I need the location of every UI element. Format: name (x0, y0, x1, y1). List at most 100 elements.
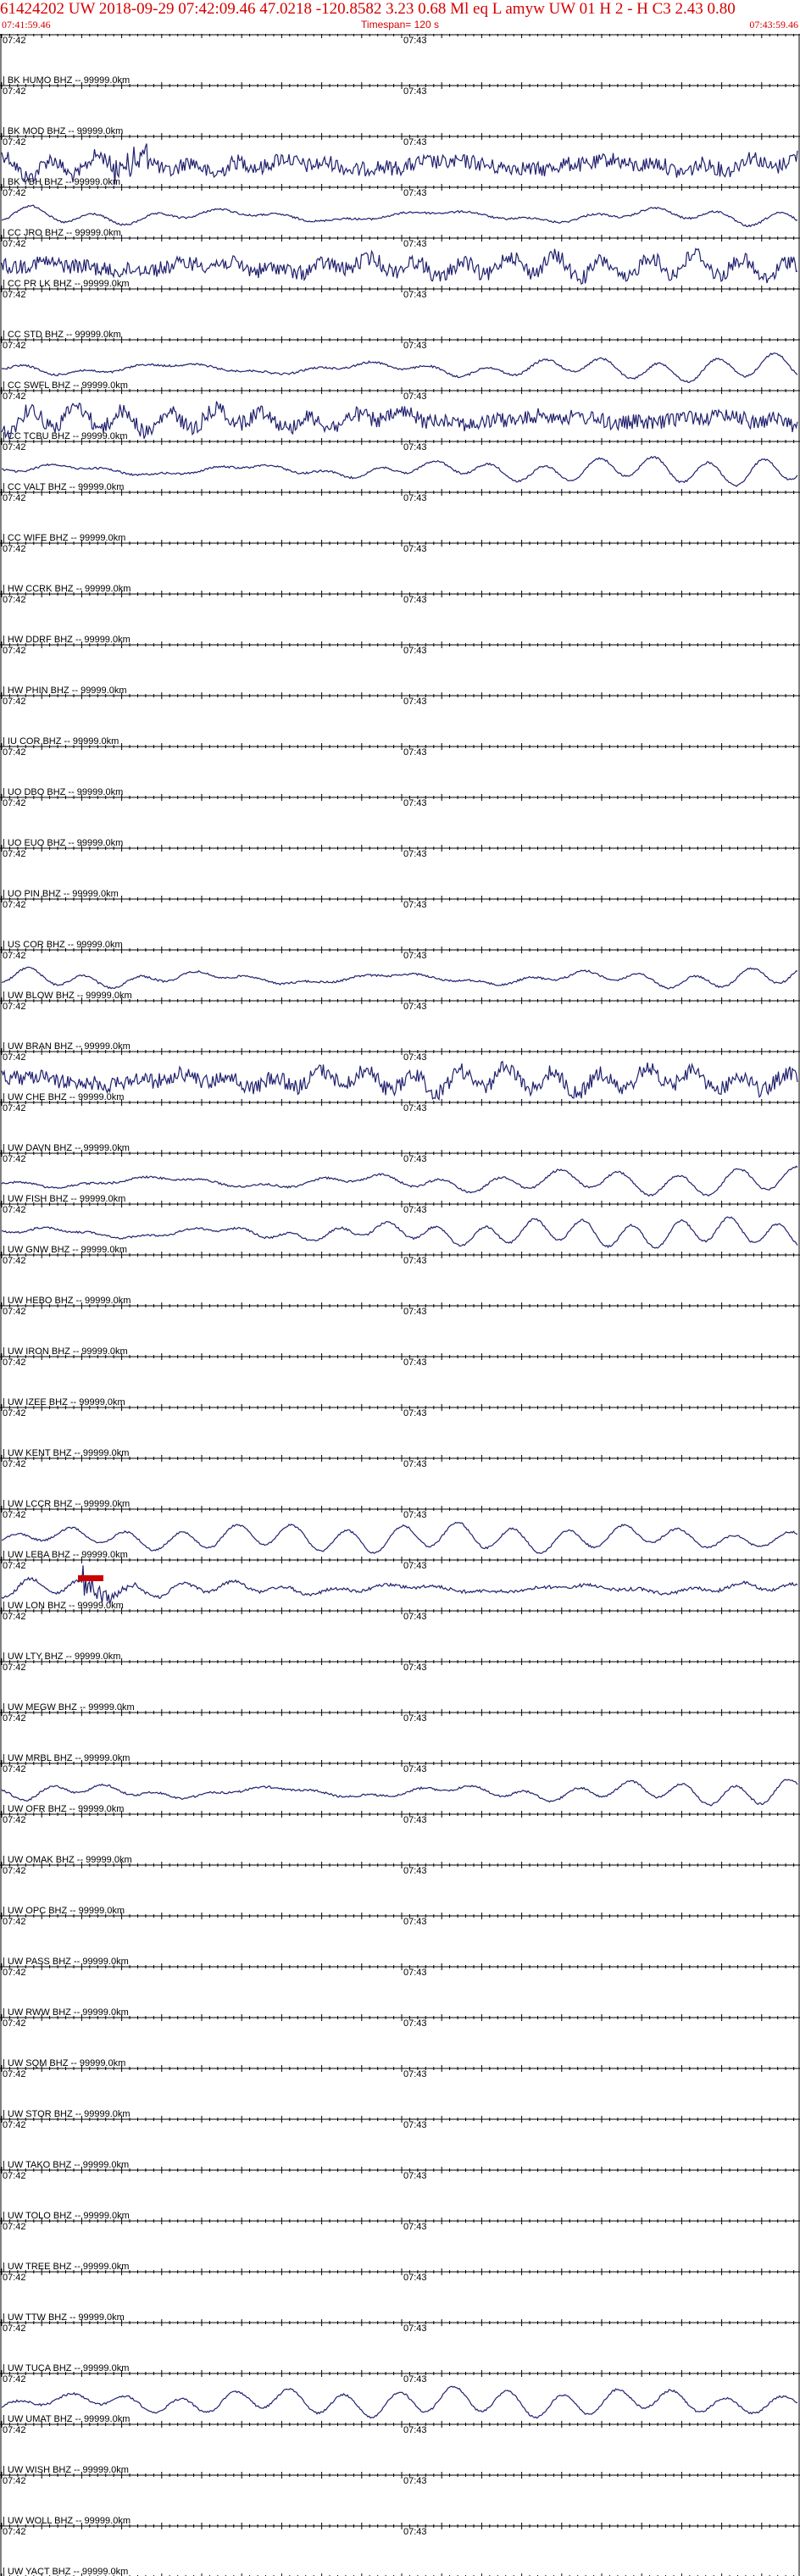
timespan-label: Timespan= 120 s (361, 19, 439, 31)
tick-label-0742: 07:42 (3, 900, 26, 910)
tick-label-0743: 07:43 (403, 798, 427, 808)
tick-label-0743: 07:43 (403, 341, 427, 351)
tick-label-0743: 07:43 (403, 2120, 427, 2130)
tick-label-0743: 07:43 (403, 1256, 427, 1266)
tick-label-0743: 07:43 (403, 1561, 427, 1571)
tick-label-0743: 07:43 (403, 1002, 427, 1012)
tick-label-0742: 07:42 (3, 2323, 26, 2334)
tick-label-0743: 07:43 (403, 646, 427, 656)
tick-label-0743: 07:43 (403, 1612, 427, 1622)
tick-label-0743: 07:43 (403, 595, 427, 605)
tick-label-0742: 07:42 (3, 1713, 26, 1724)
tick-label-0743: 07:43 (403, 1968, 427, 1978)
tick-label-0742: 07:42 (3, 86, 26, 97)
tick-label-0743: 07:43 (403, 544, 427, 554)
tick-label-0742: 07:42 (3, 1561, 26, 1571)
tick-label-0742: 07:42 (3, 2374, 26, 2384)
tick-label-0742: 07:42 (3, 2120, 26, 2130)
tick-label-0742: 07:42 (3, 798, 26, 808)
tick-label-0742: 07:42 (3, 1815, 26, 1825)
tick-label-0742: 07:42 (3, 747, 26, 758)
tick-label-0742: 07:42 (3, 1154, 26, 1164)
tick-label-0742: 07:42 (3, 239, 26, 249)
tick-label-0743: 07:43 (403, 1459, 427, 1469)
tick-label-0743: 07:43 (403, 1154, 427, 1164)
tick-label-0743: 07:43 (403, 239, 427, 249)
tick-label-0742: 07:42 (3, 1357, 26, 1368)
tick-label-0742: 07:42 (3, 2273, 26, 2283)
tick-label-0743: 07:43 (403, 1357, 427, 1368)
tick-label-0742: 07:42 (3, 341, 26, 351)
end-time-label: 07:43:59.46 (749, 19, 798, 31)
tick-label-0743: 07:43 (403, 1866, 427, 1876)
tick-label-0742: 07:42 (3, 2425, 26, 2435)
tick-label-0743: 07:43 (403, 86, 427, 97)
tick-label-0742: 07:42 (3, 442, 26, 452)
tick-label-0743: 07:43 (403, 391, 427, 402)
tick-label-0743: 07:43 (403, 137, 427, 147)
tick-label-0742: 07:42 (3, 1459, 26, 1469)
tick-label-0742: 07:42 (3, 1612, 26, 1622)
tick-label-0743: 07:43 (403, 2069, 427, 2079)
tick-label-0742: 07:42 (3, 2171, 26, 2181)
tick-label-0743: 07:43 (403, 849, 427, 859)
tick-label-0743: 07:43 (403, 951, 427, 961)
tick-label-0742: 07:42 (3, 493, 26, 503)
tick-label-0742: 07:42 (3, 595, 26, 605)
tick-label-0742: 07:42 (3, 1866, 26, 1876)
tick-label-0742: 07:42 (3, 36, 26, 46)
event-title: 61424202 UW 2018-09-29 07:42:09.46 47.02… (0, 0, 736, 18)
tick-label-0743: 07:43 (403, 2374, 427, 2384)
tick-label-0743: 07:43 (403, 493, 427, 503)
tick-label-0743: 07:43 (403, 36, 427, 46)
tick-label-0742: 07:42 (3, 1408, 26, 1418)
tick-label-0742: 07:42 (3, 544, 26, 554)
tick-label-0742: 07:42 (3, 1764, 26, 1774)
tick-label-0742: 07:42 (3, 391, 26, 402)
tick-label-0742: 07:42 (3, 1307, 26, 1317)
tick-label-0743: 07:43 (403, 290, 427, 300)
event-header: 61424202 UW 2018-09-29 07:42:09.46 47.02… (0, 0, 800, 34)
tick-label-0742: 07:42 (3, 290, 26, 300)
tick-label-0743: 07:43 (403, 2222, 427, 2232)
tick-label-0742: 07:42 (3, 1205, 26, 1215)
tick-label-0742: 07:42 (3, 188, 26, 198)
tick-label-0742: 07:42 (3, 951, 26, 961)
tick-label-0743: 07:43 (403, 747, 427, 758)
tick-label-0743: 07:43 (403, 1052, 427, 1063)
tick-label-0742: 07:42 (3, 1002, 26, 1012)
tick-label-0743: 07:43 (403, 1205, 427, 1215)
tick-label-0743: 07:43 (403, 1510, 427, 1520)
tick-label-0742: 07:42 (3, 1968, 26, 1978)
tick-label-0743: 07:43 (403, 1103, 427, 1113)
seismogram-page: 61424202 UW 2018-09-29 07:42:09.46 47.02… (0, 0, 800, 2576)
tick-label-0742: 07:42 (3, 1663, 26, 1673)
tick-label-0743: 07:43 (403, 2171, 427, 2181)
tick-label-0742: 07:42 (3, 849, 26, 859)
tick-label-0742: 07:42 (3, 1052, 26, 1063)
tick-label-0743: 07:43 (403, 1713, 427, 1724)
tick-label-0742: 07:42 (3, 1256, 26, 1266)
tick-label-0743: 07:43 (403, 1764, 427, 1774)
tick-label-0742: 07:42 (3, 2069, 26, 2079)
tick-label-0743: 07:43 (403, 1663, 427, 1673)
tick-label-0742: 07:42 (3, 697, 26, 707)
tick-label-0742: 07:42 (3, 2018, 26, 2029)
tick-label-0742: 07:42 (3, 137, 26, 147)
tick-label-0742: 07:42 (3, 1510, 26, 1520)
tick-label-0742: 07:42 (3, 2222, 26, 2232)
tick-label-0743: 07:43 (403, 1408, 427, 1418)
tick-label-0743: 07:43 (403, 2273, 427, 2283)
seismogram-plot: 07:42 07:43 07:42 07:43 07:42 07:43 07:42 07:43… (0, 34, 800, 2576)
tick-label-0743: 07:43 (403, 2323, 427, 2334)
tick-label-0743: 07:43 (403, 2425, 427, 2435)
tick-label-0743: 07:43 (403, 1815, 427, 1825)
tick-label-0743: 07:43 (403, 188, 427, 198)
tick-label-0743: 07:43 (403, 697, 427, 707)
tick-label-0742: 07:42 (3, 646, 26, 656)
tick-label-0743: 07:43 (403, 1917, 427, 1927)
tick-label-0742: 07:42 (3, 1103, 26, 1113)
tick-label-0742: 07:42 (3, 1917, 26, 1927)
tick-label-0743: 07:43 (403, 442, 427, 452)
tick-label-0743: 07:43 (403, 900, 427, 910)
